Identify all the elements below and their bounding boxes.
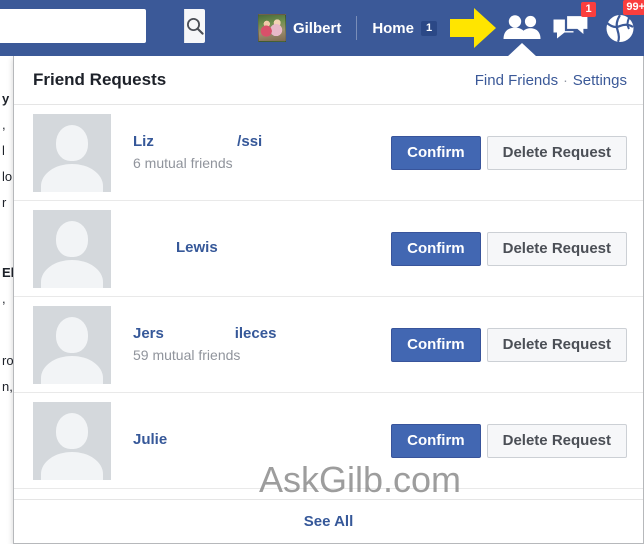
friend-request-actions: Confirm Delete Request [391, 423, 627, 458]
friend-request-info: Julie [111, 430, 391, 452]
notifications-badge: 99+ [623, 0, 644, 15]
home-badge: 1 [421, 20, 437, 36]
avatar-body-shape [41, 451, 103, 480]
avatar-head-shape [56, 124, 88, 161]
globe-notifications-icon [606, 14, 634, 43]
home-label: Home [372, 19, 414, 37]
delete-request-button[interactable]: Delete Request [486, 135, 627, 170]
confirm-button[interactable]: Confirm [391, 135, 481, 170]
friend-requests-nav-item[interactable] [498, 0, 546, 57]
friend-request-info: Lewis [111, 238, 391, 260]
friend-request-info: Jers ileces 59 mutual friends [111, 324, 391, 365]
friend-name[interactable]: Lewis [133, 238, 391, 257]
avatar-body-shape [41, 163, 103, 192]
facebook-top-navigation-bar: Gilbert Home 1 1 99+ [0, 0, 644, 57]
page-title: Friend Requests [33, 70, 167, 89]
messages-nav-item[interactable]: 1 [546, 0, 596, 56]
yellow-arrow-icon [450, 8, 496, 48]
dropdown-caret-icon [507, 43, 537, 57]
avatar-head-shape [56, 220, 88, 257]
friend-requests-dropdown: Friend Requests Find Friends · Settings … [13, 56, 644, 544]
messages-badge: 1 [581, 2, 596, 17]
confirm-button[interactable]: Confirm [391, 423, 481, 458]
friend-name[interactable]: Liz /ssi [133, 132, 391, 151]
dropdown-footer: See All [14, 499, 643, 543]
friend-request-row[interactable]: Lewis Confirm Delete Request [14, 201, 643, 297]
search-box[interactable] [0, 9, 205, 43]
confirm-button[interactable]: Confirm [391, 231, 481, 266]
friend-request-list: Liz /ssi 6 mutual friends Confirm Delete… [14, 105, 643, 489]
delete-request-button[interactable]: Delete Request [486, 423, 627, 458]
avatar-body-shape [41, 355, 103, 384]
friend-request-info: Liz /ssi 6 mutual friends [111, 132, 391, 173]
avatar-head-shape [56, 316, 88, 353]
notifications-nav-item[interactable]: 99+ [596, 0, 644, 56]
avatar-body-shape [41, 259, 103, 288]
friend-request-actions: Confirm Delete Request [391, 327, 627, 362]
top-nav-right-group: Gilbert Home 1 1 99+ [251, 0, 644, 57]
link-separator: · [563, 72, 568, 88]
friend-name[interactable]: Jers ileces [133, 324, 391, 343]
avatar[interactable] [257, 14, 286, 42]
friend-request-row[interactable]: Liz /ssi 6 mutual friends Confirm Delete… [14, 105, 643, 201]
messages-icon [553, 13, 590, 39]
profile-name: Gilbert [292, 19, 342, 37]
delete-request-button[interactable]: Delete Request [486, 327, 627, 362]
find-friends-link[interactable]: Find Friends [475, 72, 558, 89]
dropdown-header: Friend Requests Find Friends · Settings [14, 56, 643, 105]
see-all-link[interactable]: See All [304, 513, 353, 530]
confirm-button[interactable]: Confirm [391, 327, 481, 362]
avatar[interactable] [33, 401, 111, 480]
avatar[interactable] [33, 305, 111, 384]
friends-icon [503, 15, 541, 39]
avatar[interactable] [33, 113, 111, 192]
search-icon[interactable] [184, 9, 205, 43]
profile-nav-item[interactable]: Gilbert [251, 0, 348, 56]
friend-request-row[interactable]: Jers ileces 59 mutual friends Confirm De… [14, 297, 643, 393]
delete-request-button[interactable]: Delete Request [486, 231, 627, 266]
mutual-friends-count: 59 mutual friends [133, 347, 241, 363]
mutual-friends-count: 6 mutual friends [133, 155, 233, 171]
friend-name[interactable]: Julie [133, 430, 391, 449]
avatar[interactable] [33, 209, 111, 288]
avatar-head-shape [56, 412, 88, 449]
friend-request-actions: Confirm Delete Request [391, 135, 627, 170]
nav-divider [356, 16, 358, 40]
friend-request-actions: Confirm Delete Request [391, 231, 627, 266]
settings-link[interactable]: Settings [573, 72, 627, 89]
search-input[interactable] [0, 9, 184, 43]
home-nav-item[interactable]: Home 1 [365, 0, 444, 56]
friend-request-row[interactable]: Julie Confirm Delete Request [14, 393, 643, 489]
